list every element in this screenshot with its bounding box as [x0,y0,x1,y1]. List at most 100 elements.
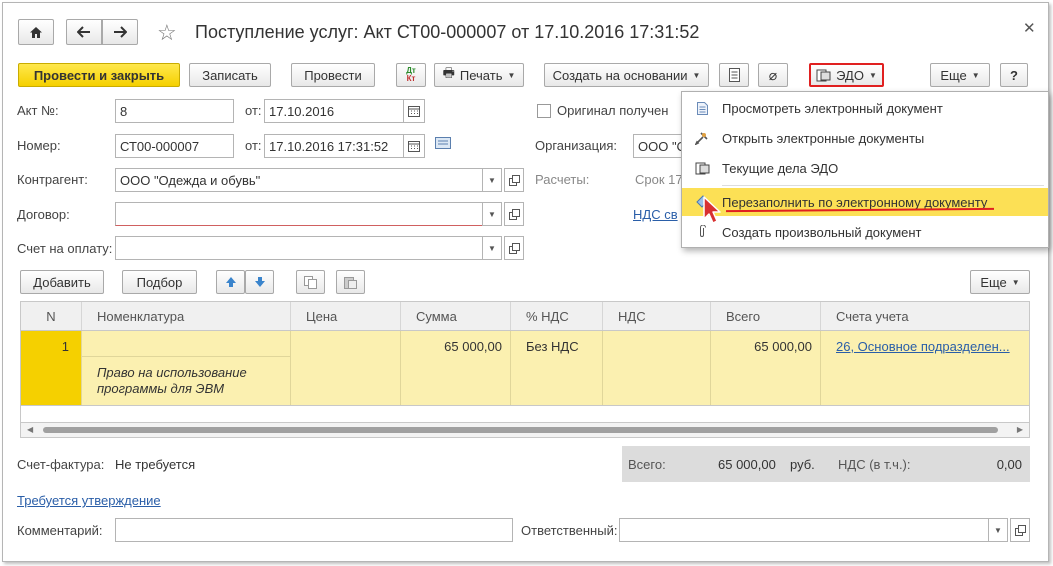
row-number: 1 [61,339,69,354]
back-button[interactable] [66,19,102,45]
col-price[interactable]: Цена [291,302,401,330]
menu-item-current-edo[interactable]: Текущие дела ЭДО [682,154,1048,182]
number-history-icon[interactable] [435,137,453,151]
contractor-dropdown[interactable]: ▼ [482,168,502,192]
post-and-close-button[interactable]: Провести и закрыть [18,63,180,87]
invoice-footer-label: Счет-фактура: [17,457,105,472]
menu-separator [722,185,1044,186]
save-label: Записать [202,67,258,83]
responsible-field[interactable] [619,518,989,542]
close-icon[interactable]: ✕ [1023,19,1036,37]
chevron-down-icon: ▼ [488,209,496,219]
original-received-checkbox[interactable] [537,104,551,118]
cell-vat-rate[interactable]: Без НДС [511,331,603,405]
table-body-empty [20,406,1030,422]
paste-button[interactable] [336,270,365,294]
forward-button[interactable] [102,19,138,45]
cell-price[interactable] [291,331,401,405]
vat-link[interactable]: НДС св [633,207,678,222]
col-total[interactable]: Всего [711,302,821,330]
document-icon [682,101,722,115]
open-icon [1014,524,1026,536]
col-sum[interactable]: Сумма [401,302,511,330]
horizontal-scrollbar[interactable]: ◀ ▶ [20,422,1030,438]
move-up-button[interactable] [216,270,245,294]
pick-label: Подбор [136,274,183,290]
more-label: Еще [940,67,967,83]
calendar-button[interactable] [403,99,425,123]
save-button[interactable]: Записать [189,63,271,87]
col-vat-rate[interactable]: % НДС [511,302,603,330]
cell-vat[interactable] [603,331,711,405]
contractor-field[interactable]: ООО "Одежда и обувь" [115,168,483,192]
paperclip-icon: ⌀ [768,66,778,83]
cell-total[interactable]: 65 000,00 [711,331,821,405]
contractor-open-button[interactable] [504,168,524,192]
home-icon [30,26,42,38]
col-nomenclature[interactable]: Номенклатура [82,302,291,330]
col-accounts[interactable]: Счета учета [821,302,1029,330]
scroll-thumb[interactable] [43,427,998,433]
comment-field[interactable] [115,518,513,542]
menu-item-open-edocs[interactable]: Открыть электронные документы [682,124,1048,152]
chevron-down-icon: ▼ [507,70,516,80]
contract-open-button[interactable] [504,202,524,226]
organization-label: Организация: [535,138,618,153]
more-button[interactable]: Еще ▼ [930,63,990,87]
cell-accounts[interactable]: 26, Основное подразделен... [821,331,1029,405]
arrow-left-icon [77,26,90,38]
home-button[interactable] [18,19,54,45]
responsible-open-button[interactable] [1010,518,1030,542]
table-row[interactable]: 1 Право на использование программы для Э… [20,331,1030,406]
item-name: Право на использование программы для ЭВМ [97,365,247,396]
report-button[interactable] [719,63,749,87]
post-button[interactable]: Провести [291,63,375,87]
invoice-field[interactable] [115,236,483,260]
calendar-button-2[interactable] [403,134,425,158]
approval-link[interactable]: Требуется утверждение [17,493,161,508]
responsible-dropdown[interactable]: ▼ [988,518,1008,542]
move-down-button[interactable] [245,270,274,294]
arrow-right-icon [114,26,127,38]
contract-dropdown[interactable]: ▼ [482,202,502,226]
comment-label: Комментарий: [17,523,103,538]
chevron-down-icon: ▼ [994,525,1002,535]
cell-item[interactable]: Право на использование программы для ЭВМ [82,331,291,405]
create-based-on-button[interactable]: Создать на основании ▼ [544,63,709,87]
menu-item-view-edoc[interactable]: Просмотреть электронный документ [682,94,1048,122]
scroll-left-icon[interactable]: ◀ [27,425,33,434]
add-row-button[interactable]: Добавить [20,270,104,294]
col-vat[interactable]: НДС [603,302,711,330]
col-n[interactable]: N [21,302,82,330]
attach-button[interactable]: ⌀ [758,63,788,87]
favorite-star-icon[interactable]: ☆ [157,20,177,46]
invoice-footer-value: Не требуется [115,457,196,472]
invoice-open-button[interactable] [504,236,524,260]
total-label: Всего: [628,457,666,472]
doc-datetime-field[interactable]: 17.10.2016 17:31:52 [264,134,404,158]
pick-button[interactable]: Подбор [122,270,197,294]
from-label: от: [245,103,262,118]
vat-total-value: 0,00 [996,457,1022,472]
paperclip-icon [682,225,722,239]
dt-kt-button[interactable]: Дт Кт [396,63,426,87]
copy-button[interactable] [296,270,325,294]
act-no-field[interactable]: 8 [115,99,234,123]
calendar-icon [408,105,420,117]
number-field[interactable]: СТ00-000007 [115,134,234,158]
account-link[interactable]: 26, Основное подразделен... [836,339,1010,354]
edo-dropdown-menu: Просмотреть электронный документ Открыть… [681,91,1049,248]
help-button[interactable]: ? [1000,63,1028,87]
print-button[interactable]: 🖶 Печать ▼ [434,63,524,87]
contract-field[interactable] [115,202,483,226]
invoice-dropdown[interactable]: ▼ [482,236,502,260]
menu-item-create-arbitrary[interactable]: Создать произвольный документ [682,218,1048,246]
table-more-button[interactable]: Еще ▼ [970,270,1030,294]
act-date-field[interactable]: 17.10.2016 [264,99,404,123]
scroll-right-icon[interactable]: ▶ [1017,425,1023,434]
open-icon [508,174,520,186]
cell-sum[interactable]: 65 000,00 [401,331,511,405]
menu-item-label: Открыть электронные документы [722,130,925,146]
edo-button[interactable]: ЭДО ▼ [809,63,884,87]
vat-total-label: НДС (в т.ч.): [838,457,911,472]
